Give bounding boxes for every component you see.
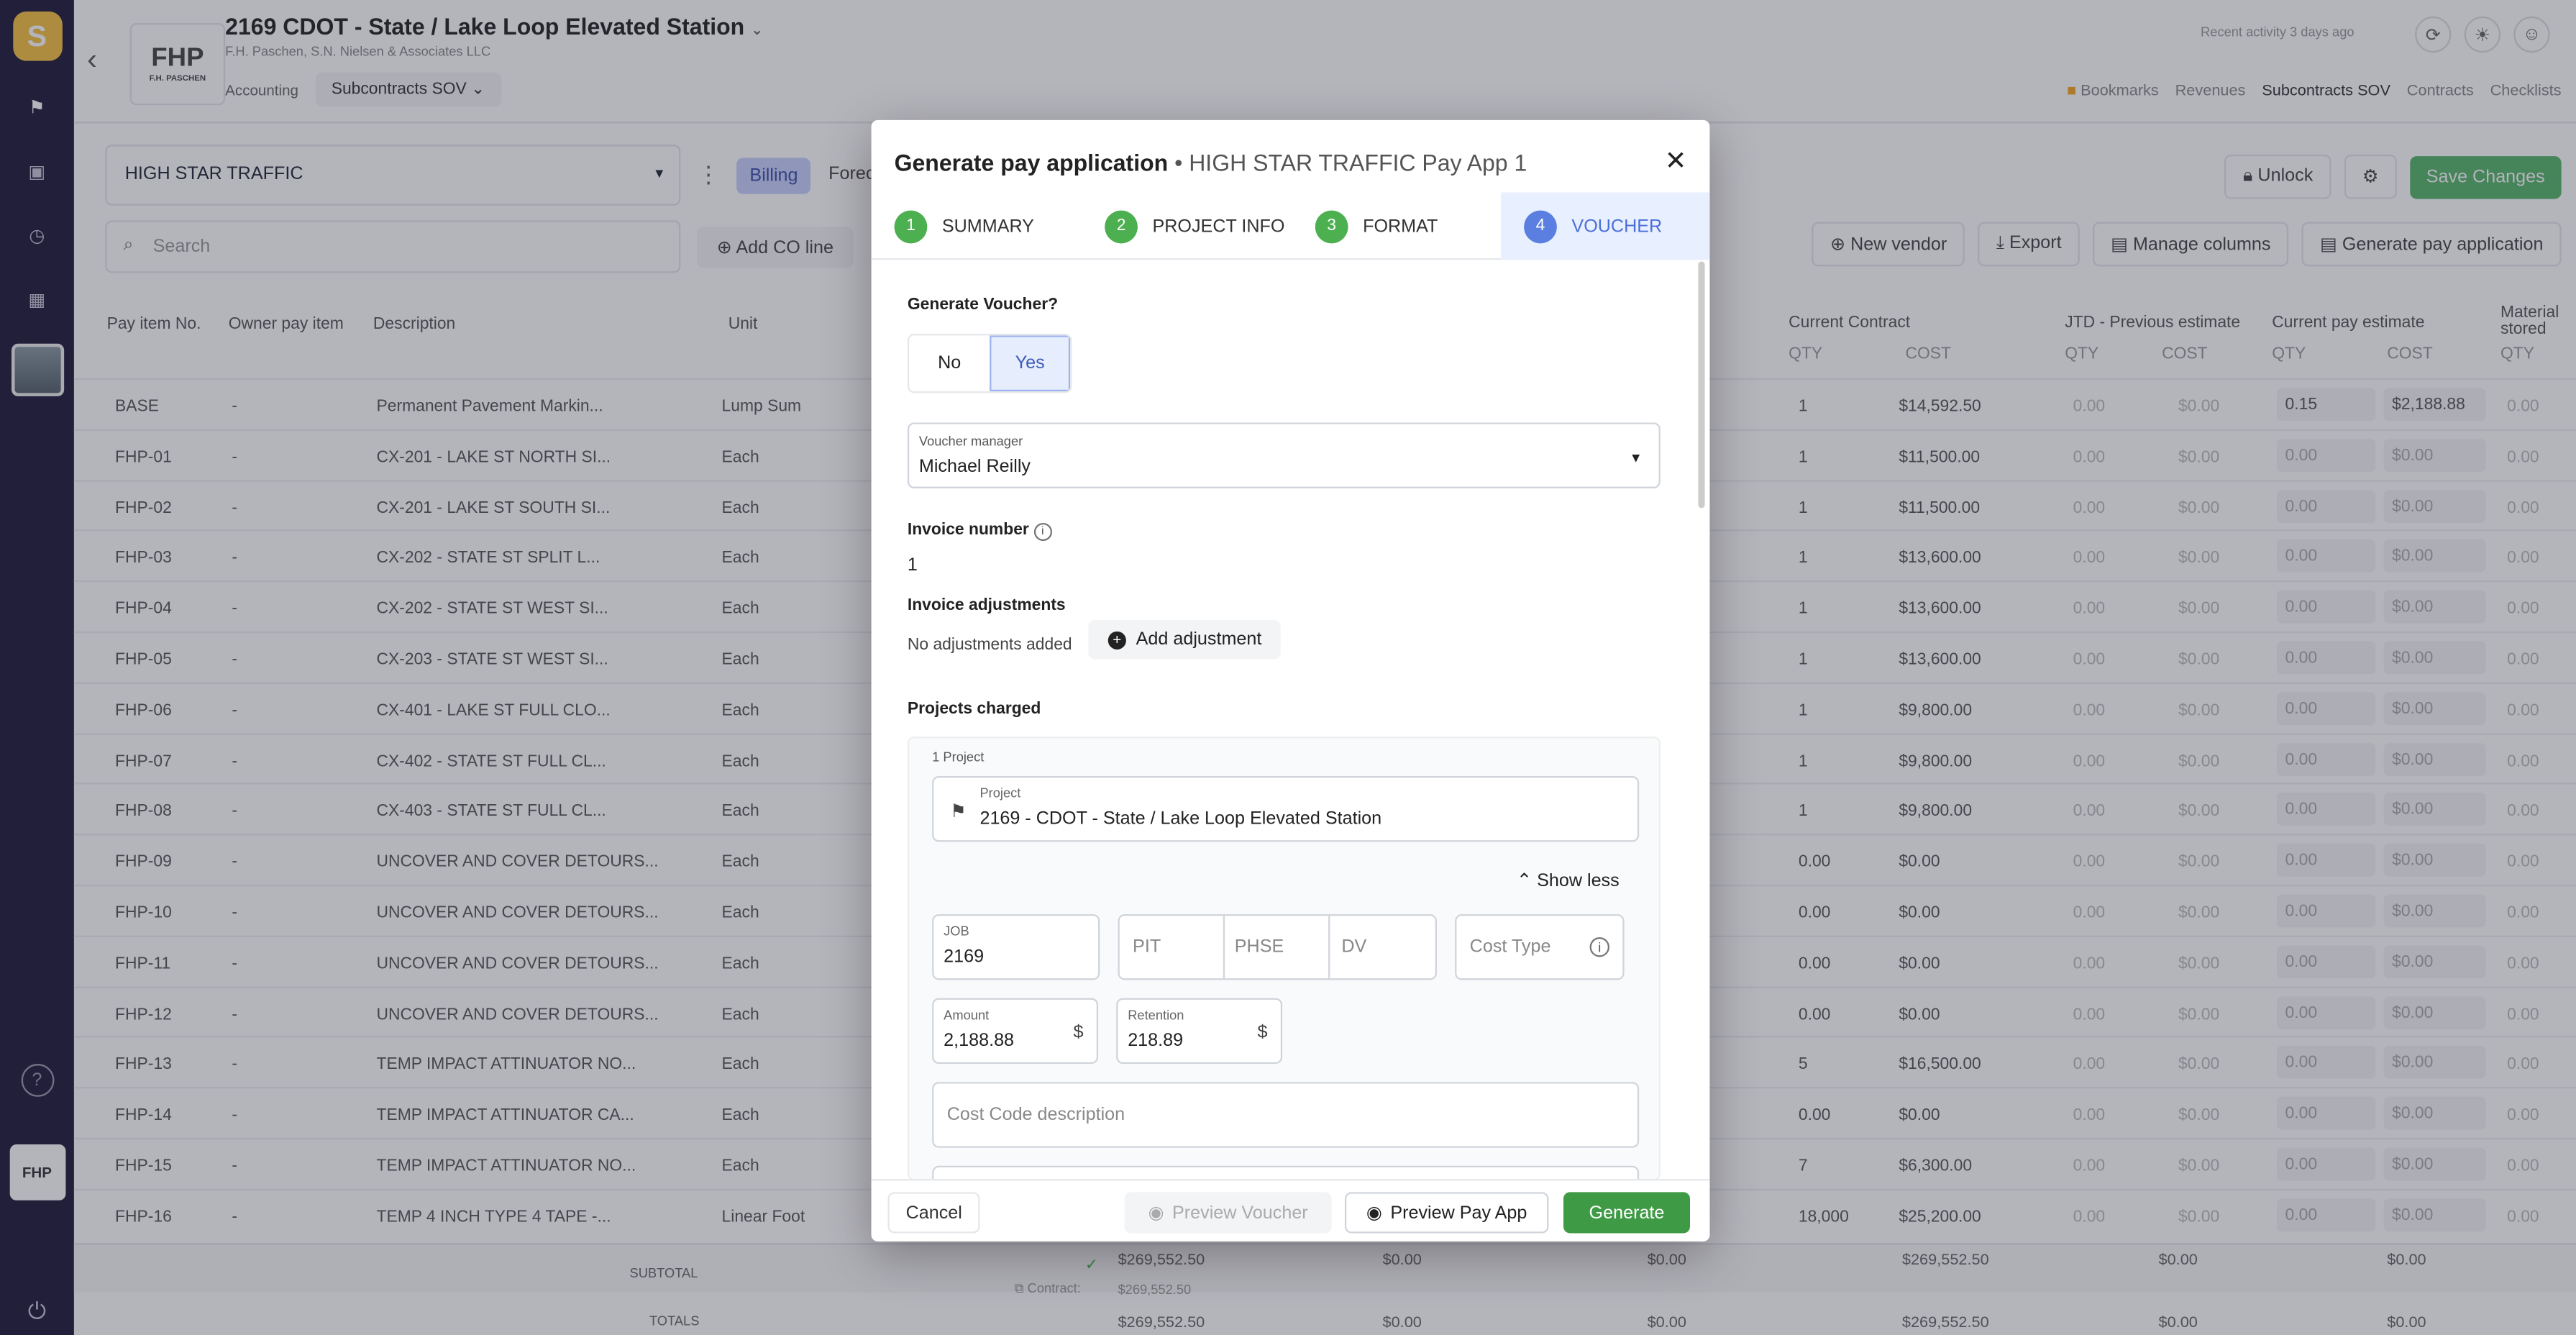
step-format[interactable]: 3 FORMAT [1292, 192, 1501, 260]
gen-voucher-toggle: No Yes [907, 334, 1072, 393]
modal-title-text: Generate pay application [894, 150, 1169, 176]
chevron-up-icon: ⌃ [1517, 871, 1533, 892]
eye-icon: ◉ [1148, 1203, 1164, 1224]
step-4-number: 4 [1524, 209, 1557, 243]
projects-charged-label: Projects charged [907, 700, 1041, 719]
no-option[interactable]: No [909, 335, 990, 391]
step-2-label: PROJECT INFO [1152, 216, 1285, 237]
modal-title: Generate pay application • HIGH STAR TRA… [895, 150, 1527, 176]
project-card: 1 Project ⚑ Project 2169 - CDOT - State … [907, 737, 1661, 1232]
preview-voucher-label: Preview Voucher [1171, 1203, 1308, 1223]
info-icon[interactable]: i [1589, 937, 1609, 957]
preview-pay-app-button[interactable]: ◉ Preview Pay App [1344, 1192, 1549, 1234]
add-adjustment-label: Add adjustment [1136, 629, 1262, 650]
retention-field[interactable]: Retention 218.89 $ [1116, 998, 1283, 1065]
voucher-manager-value: Michael Reilly [918, 457, 1031, 477]
invoice-number-label-text: Invoice number [907, 521, 1029, 539]
phse-field[interactable]: PHSE [1235, 937, 1284, 957]
add-adjustment-button[interactable]: + Add adjustment [1088, 619, 1282, 660]
project-field[interactable]: ⚑ Project 2169 - CDOT - State / Lake Loo… [932, 775, 1640, 842]
amount-label: Amount [944, 1008, 990, 1023]
voucher-manager-label: Voucher manager [918, 434, 1023, 450]
pit-field[interactable]: PIT [1133, 937, 1161, 957]
job-field[interactable]: JOB 2169 [932, 914, 1100, 980]
preview-pay-app-label: Preview Pay App [1390, 1203, 1527, 1223]
invoice-number-value[interactable]: 1 [908, 556, 918, 575]
generate-button[interactable]: Generate [1563, 1192, 1691, 1234]
voucher-manager-select[interactable]: Voucher manager Michael Reilly ▼ [907, 422, 1661, 488]
retention-value: 218.89 [1128, 1031, 1184, 1051]
job-value: 2169 [944, 947, 985, 967]
modal-footer: Cancel ◉ Preview Voucher ◉ Preview Pay App… [871, 1179, 1710, 1241]
amount-field[interactable]: Amount 2,188.88 $ [932, 998, 1099, 1065]
divider [1223, 916, 1225, 979]
close-icon[interactable]: ✕ [1665, 145, 1687, 178]
invoice-number-label: Invoice number i [907, 521, 1052, 542]
preview-voucher-button[interactable]: ◉ Preview Voucher [1124, 1192, 1332, 1234]
step-4-label: VOUCHER [1571, 216, 1663, 237]
step-project-info[interactable]: 2 PROJECT INFO [1082, 192, 1292, 260]
step-2-number: 2 [1105, 209, 1138, 243]
plus-icon: + [1107, 630, 1126, 649]
project-count: 1 Project [932, 749, 985, 765]
eye-icon: ◉ [1366, 1203, 1382, 1224]
no-adjustments-text: No adjustments added [907, 636, 1072, 655]
cost-type-field[interactable]: Cost Type i [1455, 914, 1625, 980]
generate-pay-app-modal: Generate pay application • HIGH STAR TRA… [871, 119, 1710, 1241]
currency-symbol: $ [1073, 1022, 1084, 1043]
caret-down-icon: ▼ [1629, 450, 1643, 465]
project-field-label: Project [979, 785, 1021, 801]
yes-option[interactable]: Yes [990, 335, 1071, 392]
stepper: 1 SUMMARY 2 PROJECT INFO 3 FORMAT 4 VOUCHER [871, 192, 1710, 260]
flag-icon: ⚑ [950, 802, 967, 822]
modal-scrollbar[interactable] [1698, 261, 1705, 509]
step-1-number: 1 [894, 209, 928, 243]
pit-phse-dv-group: PIT PHSE DV [1118, 914, 1437, 980]
cost-code-placeholder: Cost Code description [946, 1105, 1125, 1125]
divider [1328, 916, 1330, 979]
step-summary[interactable]: 1 SUMMARY [872, 192, 1082, 260]
amount-value: 2,188.88 [944, 1031, 1015, 1051]
step-3-label: FORMAT [1363, 216, 1438, 237]
show-less-label: Show less [1537, 871, 1620, 892]
step-voucher[interactable]: 4 VOUCHER [1501, 192, 1710, 260]
project-field-value: 2169 - CDOT - State / Lake Loop Elevated… [979, 808, 1382, 829]
cost-type-placeholder: Cost Type [1469, 937, 1551, 957]
dv-field[interactable]: DV [1341, 937, 1366, 957]
info-icon[interactable]: i [1033, 522, 1052, 542]
cancel-button[interactable]: Cancel [887, 1192, 981, 1234]
step-1-label: SUMMARY [941, 216, 1034, 237]
app-root: S ⚑ ▣ ◷ ▦ ? FHP ⏻ ‹ FHP F.H. PASCHEN 216… [0, 0, 2576, 1335]
gen-voucher-label: Generate Voucher? [907, 296, 1059, 314]
adjustments-label: Invoice adjustments [907, 596, 1066, 615]
show-less-toggle[interactable]: ⌃ Show less [1517, 870, 1620, 891]
retention-label: Retention [1128, 1008, 1184, 1023]
cost-code-description-field[interactable]: Cost Code description [932, 1082, 1640, 1148]
modal-subtitle: • HIGH STAR TRAFFIC Pay App 1 [1174, 150, 1527, 176]
job-label: JOB [944, 924, 969, 939]
currency-symbol: $ [1257, 1022, 1268, 1043]
step-3-number: 3 [1315, 209, 1348, 243]
